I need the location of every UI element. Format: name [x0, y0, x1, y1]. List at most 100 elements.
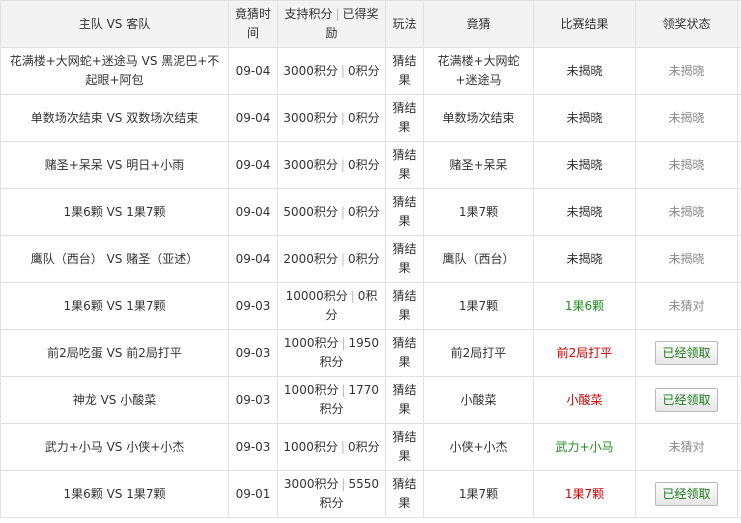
- guess-cell: 前2局打平: [423, 329, 534, 377]
- result-cell: 1果6颗: [533, 282, 636, 330]
- header-guess: 竟猜: [423, 0, 534, 48]
- row-spacer: [737, 282, 741, 330]
- status-cell: 未揭晓: [635, 94, 738, 142]
- bets-table: 主队 VS 客队 竟猜时间 支持积分 | 已得奖励 玩法 竟猜 比赛结果 领奖状态 …: [0, 0, 741, 518]
- match-cell: 单数场次结束 VS 双数场次结束: [0, 94, 229, 142]
- time-cell: 09-03: [228, 376, 278, 424]
- time-cell: 09-04: [228, 235, 278, 283]
- time-cell: 09-04: [228, 141, 278, 189]
- match-cell: 1果6颗 VS 1果7颗: [0, 470, 229, 518]
- row-spacer: [737, 94, 741, 142]
- reward-points: 0积分: [347, 110, 380, 125]
- table-row: 神龙 VS 小酸菜 09-03 1000积分 | 1770积分 猜结果 小酸菜 小酸菜 已经领取: [0, 376, 741, 424]
- play-cell: 猜结果: [385, 282, 424, 330]
- points-cell: 3000积分 | 0积分: [277, 94, 386, 142]
- row-spacer: [737, 470, 741, 518]
- match-cell: 1果6颗 VS 1果7颗: [0, 282, 229, 330]
- points-separator: |: [340, 251, 345, 266]
- status-cell: 未猜对: [635, 282, 738, 330]
- status-cell: 已经领取: [635, 329, 738, 377]
- status-text: 未揭晓: [668, 157, 705, 172]
- reward-points: 0积分: [347, 439, 380, 454]
- guess-cell: 小侠+小杰: [423, 423, 534, 471]
- play-cell: 猜结果: [385, 470, 424, 518]
- points-separator: |: [341, 336, 346, 350]
- header-points-separator: |: [335, 7, 340, 21]
- table-row: 单数场次结束 VS 双数场次结束 09-04 3000积分 | 0积分 猜结果 单数场次结束…: [0, 94, 741, 142]
- points-separator: |: [340, 110, 345, 125]
- match-cell: 神龙 VS 小酸菜: [0, 376, 229, 424]
- play-cell: 猜结果: [385, 141, 424, 189]
- result-cell: 未揭晓: [533, 188, 636, 236]
- status-text: 未猜对: [668, 439, 705, 454]
- points-separator: |: [340, 63, 345, 78]
- points-separator: |: [340, 157, 345, 172]
- result-cell: 武力+小马: [533, 423, 636, 471]
- status-cell: 未揭晓: [635, 47, 738, 95]
- support-points: 1000积分: [283, 383, 339, 397]
- time-cell: 09-03: [228, 282, 278, 330]
- points-cell: 3000积分 | 5550积分: [277, 470, 386, 518]
- guess-cell: 鹰队（西台）: [423, 235, 534, 283]
- guess-cell: 赌圣+呆呆: [423, 141, 534, 189]
- table-row: 赌圣+呆呆 VS 明日+小雨 09-04 3000积分 | 0积分 猜结果 赌圣+呆呆 未揭晓…: [0, 141, 741, 189]
- points-cell: 2000积分 | 0积分: [277, 235, 386, 283]
- time-cell: 09-04: [228, 188, 278, 236]
- status-text: 未揭晓: [668, 63, 705, 78]
- result-cell: 前2局打平: [533, 329, 636, 377]
- play-cell: 猜结果: [385, 329, 424, 377]
- table-row: 武力+小马 VS 小侠+小杰 09-03 1000积分 | 0积分 猜结果 小侠+小杰 武力+…: [0, 423, 741, 471]
- status-text: 未揭晓: [668, 110, 705, 125]
- table-header-row: 主队 VS 客队 竟猜时间 支持积分 | 已得奖励 玩法 竟猜 比赛结果 领奖状态: [0, 0, 741, 48]
- status-cell: 已经领取: [635, 376, 738, 424]
- support-points: 3000积分: [283, 110, 338, 125]
- table-row: 前2局吃蛋 VS 前2局打平 09-03 1000积分 | 1950积分 猜结果 前2局打平…: [0, 329, 741, 377]
- match-cell: 赌圣+呆呆 VS 明日+小雨: [0, 141, 229, 189]
- match-cell: 鹰队（西台） VS 赌圣（亚述）: [0, 235, 229, 283]
- match-cell: 1果6颗 VS 1果7颗: [0, 188, 229, 236]
- status-cell: 已经领取: [635, 470, 738, 518]
- guess-cell: 1果7颗: [423, 282, 534, 330]
- status-cell: 未揭晓: [635, 235, 738, 283]
- play-cell: 猜结果: [385, 188, 424, 236]
- support-points: 2000积分: [283, 251, 338, 266]
- row-spacer: [737, 188, 741, 236]
- points-cell: 5000积分 | 0积分: [277, 188, 386, 236]
- status-text: 未猜对: [668, 298, 705, 313]
- play-cell: 猜结果: [385, 94, 424, 142]
- points-separator: |: [341, 383, 346, 397]
- guess-cell: 1果7颗: [423, 188, 534, 236]
- points-separator: |: [350, 289, 355, 303]
- points-cell: 1000积分 | 0积分: [277, 423, 386, 471]
- table-row: 鹰队（西台） VS 赌圣（亚述） 09-04 2000积分 | 0积分 猜结果 鹰队（西台）…: [0, 235, 741, 283]
- table-body: 花满楼+大网蛇+迷途马 VS 黑泥巴+不起眼+阿包 09-04 3000积分 | 0积分…: [0, 47, 741, 518]
- header-points-support: 支持积分: [284, 7, 333, 21]
- reward-points: 0积分: [347, 204, 380, 219]
- result-cell: 未揭晓: [533, 47, 636, 95]
- claimed-button[interactable]: 已经领取: [655, 388, 718, 412]
- table-row: 1果6颗 VS 1果7颗 09-04 5000积分 | 0积分 猜结果 1果7颗 未揭晓 未揭晓: [0, 188, 741, 236]
- play-cell: 猜结果: [385, 47, 424, 95]
- play-cell: 猜结果: [385, 235, 424, 283]
- status-cell: 未猜对: [635, 423, 738, 471]
- points-separator: |: [340, 204, 345, 219]
- support-points: 10000积分: [285, 289, 348, 303]
- guess-cell: 花满楼+大网蛇+迷途马: [423, 47, 534, 95]
- table-row: 花满楼+大网蛇+迷途马 VS 黑泥巴+不起眼+阿包 09-04 3000积分 | 0积分…: [0, 47, 741, 95]
- result-cell: 未揭晓: [533, 94, 636, 142]
- guess-cell: 1果7颗: [423, 470, 534, 518]
- points-cell: 3000积分 | 0积分: [277, 47, 386, 95]
- guess-cell: 小酸菜: [423, 376, 534, 424]
- status-text: 未揭晓: [668, 251, 705, 266]
- header-result: 比赛结果: [533, 0, 636, 48]
- claimed-button[interactable]: 已经领取: [655, 482, 718, 506]
- time-cell: 09-03: [228, 329, 278, 377]
- points-cell: 1000积分 | 1950积分: [277, 329, 386, 377]
- row-spacer: [737, 141, 741, 189]
- points-cell: 10000积分 | 0积分: [277, 282, 386, 330]
- support-points: 1000积分: [283, 439, 338, 454]
- time-cell: 09-04: [228, 94, 278, 142]
- support-points: 3000积分: [283, 63, 338, 78]
- row-spacer: [737, 235, 741, 283]
- claimed-button[interactable]: 已经领取: [655, 341, 718, 365]
